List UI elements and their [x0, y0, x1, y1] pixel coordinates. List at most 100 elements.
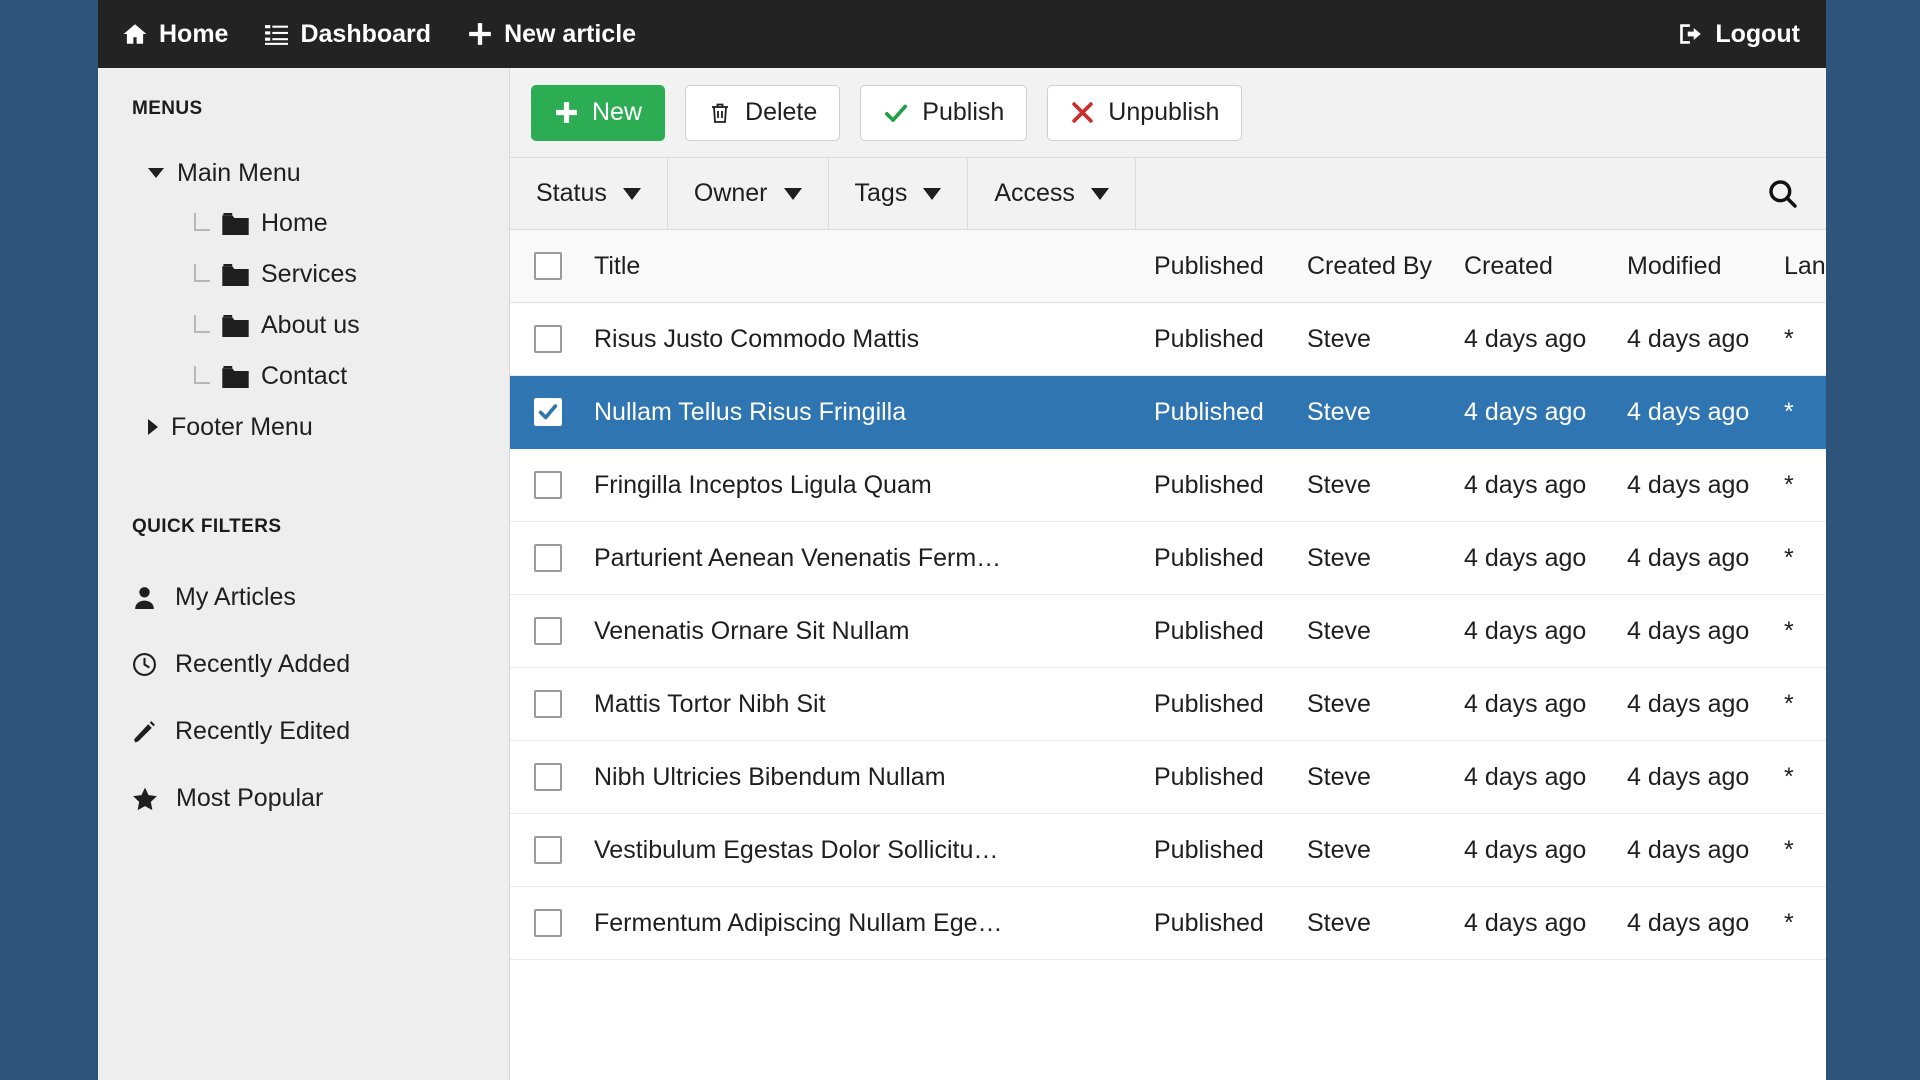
- chevron-down-icon: [783, 187, 802, 200]
- row-created: 4 days ago: [1464, 543, 1587, 572]
- sidebar-filter-most-popular[interactable]: Most Popular: [98, 765, 509, 832]
- filter-owner-dropdown[interactable]: Owner: [668, 158, 829, 229]
- table-row[interactable]: Nibh Ultricies Bibendum Nullam Published S…: [510, 741, 1826, 814]
- sidebar: MENUS Main Menu Home Services About us C…: [98, 68, 510, 1080]
- row-modified: 4 days ago: [1627, 689, 1750, 718]
- filter-bar-spacer: [1136, 158, 1740, 229]
- row-language: *: [1784, 835, 1794, 864]
- column-header-created[interactable]: Created: [1464, 252, 1627, 281]
- row-title[interactable]: Mattis Tortor Nibh Sit: [585, 690, 1154, 719]
- row-checkbox[interactable]: [510, 325, 585, 353]
- logout-button[interactable]: Logout: [1678, 21, 1800, 47]
- logout-icon: [1678, 21, 1704, 47]
- table-row[interactable]: Fringilla Inceptos Ligula Quam Published S…: [510, 449, 1826, 522]
- row-language: *: [1784, 324, 1794, 353]
- column-header-modified[interactable]: Modified: [1627, 252, 1784, 281]
- table-row[interactable]: Risus Justo Commodo Mattis Published Steve…: [510, 303, 1826, 376]
- column-header-created-by[interactable]: Created By: [1307, 252, 1464, 281]
- table-row[interactable]: Nullam Tellus Risus Fringilla Published St…: [510, 376, 1826, 449]
- row-title[interactable]: Fringilla Inceptos Ligula Quam: [585, 471, 1154, 500]
- row-created: 4 days ago: [1464, 908, 1587, 937]
- dashboard-icon: [264, 22, 289, 47]
- sidebar-item-about-us[interactable]: About us: [98, 300, 509, 351]
- sidebar-item-home[interactable]: Home: [98, 198, 509, 249]
- delete-button[interactable]: Delete: [685, 84, 841, 141]
- nav-item-home[interactable]: Home: [122, 21, 228, 47]
- row-title[interactable]: Venenatis Ornare Sit Nullam: [585, 617, 1154, 646]
- plus-icon: [554, 100, 579, 125]
- table-row[interactable]: Fermentum Adipiscing Nullam Ege… Publishe…: [510, 887, 1826, 960]
- row-created-by: Steve: [1307, 397, 1371, 426]
- row-title[interactable]: Nibh Ultricies Bibendum Nullam: [585, 763, 1154, 792]
- main-content: New Delete Publish Unpublish Status Owne…: [510, 68, 1826, 1080]
- app-window: Home Dashboard New article Logout MENUS …: [98, 0, 1826, 1080]
- row-checkbox[interactable]: [510, 544, 585, 572]
- body-wrapper: MENUS Main Menu Home Services About us C…: [98, 68, 1826, 1080]
- checkbox-box: [533, 398, 562, 426]
- search-icon: [1767, 178, 1799, 210]
- sidebar-item-home-label: Home: [261, 209, 328, 237]
- table-row[interactable]: Mattis Tortor Nibh Sit Published Steve 4 da…: [510, 668, 1826, 741]
- row-created: 4 days ago: [1464, 835, 1587, 864]
- column-header-published[interactable]: Published: [1154, 252, 1307, 281]
- filter-tags-dropdown[interactable]: Tags: [829, 158, 969, 229]
- filter-access-dropdown[interactable]: Access: [968, 158, 1136, 229]
- check-icon: [883, 100, 909, 126]
- row-published: Published: [1154, 324, 1264, 353]
- unpublish-button[interactable]: Unpublish: [1047, 84, 1243, 141]
- pencil-icon: [132, 719, 157, 744]
- filter-tags-label: Tags: [854, 179, 908, 207]
- tree-elbow-icon: [194, 366, 210, 384]
- new-button[interactable]: New: [531, 84, 666, 141]
- row-title[interactable]: Risus Justo Commodo Mattis: [585, 325, 1154, 354]
- nav-item-new-article-label: New article: [504, 19, 637, 48]
- table-row[interactable]: Parturient Aenean Venenatis Ferm… Publish…: [510, 522, 1826, 595]
- row-checkbox[interactable]: [510, 398, 585, 426]
- row-created-by: Steve: [1307, 689, 1371, 718]
- column-header-title[interactable]: Title: [585, 252, 1154, 281]
- sidebar-filter-recently-edited[interactable]: Recently Edited: [98, 698, 509, 765]
- star-icon: [132, 786, 158, 812]
- row-title[interactable]: Vestibulum Egestas Dolor Sollicitu…: [585, 836, 1154, 865]
- user-icon: [132, 585, 157, 610]
- sidebar-filter-recently-edited-label: Recently Edited: [175, 717, 351, 745]
- checkbox-box: [533, 909, 562, 937]
- nav-item-dashboard-label: Dashboard: [300, 19, 432, 48]
- nav-item-new-article[interactable]: New article: [467, 21, 636, 47]
- row-checkbox[interactable]: [510, 763, 585, 791]
- publish-button[interactable]: Publish: [860, 84, 1028, 141]
- nav-item-dashboard[interactable]: Dashboard: [264, 19, 432, 48]
- row-modified: 4 days ago: [1627, 543, 1750, 572]
- row-checkbox[interactable]: [510, 690, 585, 718]
- row-checkbox[interactable]: [510, 617, 585, 645]
- chevron-down-icon: [622, 187, 641, 200]
- sidebar-filter-recently-added[interactable]: Recently Added: [98, 631, 509, 698]
- sidebar-item-services[interactable]: Services: [98, 249, 509, 300]
- sidebar-item-contact[interactable]: Contact: [98, 351, 509, 402]
- trash-icon: [708, 101, 732, 125]
- column-header-language[interactable]: Language: [1784, 252, 1826, 281]
- folder-icon: [222, 314, 249, 337]
- row-checkbox[interactable]: [510, 471, 585, 499]
- row-language: *: [1784, 689, 1794, 718]
- search-button[interactable]: [1740, 158, 1826, 229]
- filter-status-dropdown[interactable]: Status: [510, 158, 668, 229]
- row-modified: 4 days ago: [1627, 908, 1750, 937]
- row-title[interactable]: Fermentum Adipiscing Nullam Ege…: [585, 909, 1154, 938]
- row-language: *: [1784, 908, 1794, 937]
- row-title[interactable]: Nullam Tellus Risus Fringilla: [585, 398, 1154, 427]
- select-all-checkbox[interactable]: [510, 252, 585, 280]
- row-modified: 4 days ago: [1627, 616, 1750, 645]
- sidebar-group-main-menu[interactable]: Main Menu: [98, 148, 509, 198]
- articles-table: Title Published Created By Created Modif…: [510, 230, 1826, 960]
- table-row[interactable]: Vestibulum Egestas Dolor Sollicitu… Publi…: [510, 814, 1826, 887]
- sidebar-group-footer-menu[interactable]: Footer Menu: [98, 402, 509, 452]
- row-checkbox[interactable]: [510, 909, 585, 937]
- sidebar-filter-my-articles[interactable]: My Articles: [98, 564, 509, 631]
- row-modified: 4 days ago: [1627, 397, 1750, 426]
- row-checkbox[interactable]: [510, 836, 585, 864]
- checkbox-box: [533, 763, 562, 791]
- row-title[interactable]: Parturient Aenean Venenatis Ferm…: [585, 544, 1154, 573]
- row-created-by: Steve: [1307, 324, 1371, 353]
- table-row[interactable]: Venenatis Ornare Sit Nullam Published Stev…: [510, 595, 1826, 668]
